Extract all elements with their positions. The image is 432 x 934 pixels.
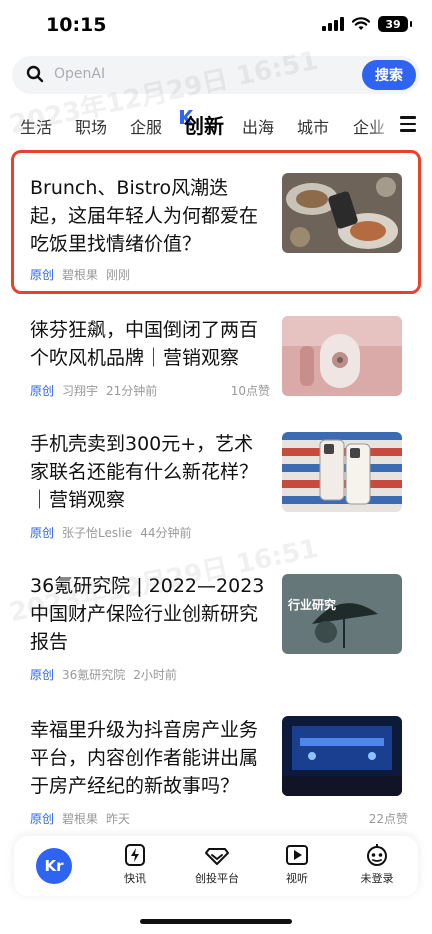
stage-photo	[282, 716, 402, 796]
category-tabs: 生活 职场 企服 创新 出海 城市 企业	[0, 104, 432, 144]
search-icon	[26, 65, 44, 83]
origin-badge: 原创	[30, 668, 55, 682]
author-name[interactable]: 习翔宇	[62, 382, 98, 399]
publish-time: 44分钟前	[140, 526, 192, 540]
article-card[interactable]: 徕芬狂飙，中国倒闭了两百个吹风机品牌｜营销观察 原创 习翔宇 21分钟前 10点…	[12, 306, 420, 426]
publish-time: 21分钟前	[106, 384, 158, 398]
search-button[interactable]: 搜索	[362, 60, 416, 90]
thumbnail-caption: 行业研究	[288, 598, 337, 612]
nav-label: 未登录	[360, 872, 394, 885]
article-card[interactable]: 手机壳卖到300元+，艺术家联名还能有什么新花样？｜营销观察 原创 张子怡Les…	[12, 420, 420, 550]
hairdryer-photo	[282, 316, 402, 396]
author-name[interactable]: 碧根果	[62, 810, 98, 827]
article-thumbnail[interactable]	[282, 716, 402, 796]
article-meta: 原创 碧根果 昨天	[30, 810, 130, 827]
tab-innovation[interactable]: 创新	[184, 110, 224, 139]
tab-enterprise-service[interactable]: 企服	[130, 114, 162, 138]
nav-venture-platform[interactable]: 创投平台	[182, 842, 252, 886]
tab-career[interactable]: 职场	[75, 114, 107, 138]
origin-badge: 原创	[30, 812, 55, 826]
robot-icon	[367, 844, 387, 866]
article-thumbnail[interactable]	[282, 432, 402, 512]
tab-life[interactable]: 生活	[20, 114, 52, 138]
nav-flash-news[interactable]: 快讯	[100, 842, 170, 886]
insurance-report	[282, 574, 402, 654]
bottom-nav: Kr 快讯 创投平台 视听 未登录	[14, 836, 418, 896]
status-bar: 10:15 39	[0, 0, 432, 50]
status-icons: 39	[322, 16, 412, 32]
search-bar[interactable]: OpenAI 搜索	[12, 56, 420, 94]
author-name[interactable]: 36氪研究院	[62, 666, 125, 683]
like-count: 10点赞	[230, 384, 270, 398]
nav-login[interactable]: 未登录	[342, 842, 412, 886]
highlight-box	[11, 150, 421, 294]
article-thumbnail[interactable]	[282, 316, 402, 396]
article-title[interactable]: 徕芬狂飙，中国倒闭了两百个吹风机品牌｜营销观察	[30, 316, 266, 372]
menu-icon[interactable]	[400, 116, 418, 132]
author-name[interactable]: 张子怡Leslie	[62, 524, 132, 541]
tab-city[interactable]: 城市	[297, 114, 329, 138]
nav-label: 创投平台	[195, 872, 239, 885]
article-thumbnail[interactable]: 行业研究	[282, 574, 402, 654]
publish-time: 昨天	[106, 812, 131, 826]
status-time: 10:15	[46, 14, 107, 36]
search-input[interactable]: OpenAI	[54, 66, 105, 82]
like-count: 22点赞	[368, 812, 408, 826]
article-meta: 原创 习翔宇 21分钟前	[30, 382, 157, 399]
origin-badge: 原创	[30, 384, 55, 398]
publish-time: 2小时前	[133, 668, 177, 682]
article-title[interactable]: 幸福里升级为抖音房产业务平台，内容创作者能讲出属于房产经纪的新故事吗？	[30, 716, 266, 800]
tab-fade	[370, 110, 396, 140]
article-card[interactable]: 36氪研究院 | 2022—2023中国财产保险行业创新研究报告 行业研究 原创…	[12, 564, 420, 694]
article-meta: 原创 张子怡Leslie 44分钟前	[30, 524, 191, 541]
signal-icon	[322, 17, 344, 31]
battery-icon: 39	[378, 16, 412, 32]
flash-icon	[125, 844, 145, 866]
tab-overseas[interactable]: 出海	[242, 114, 274, 138]
origin-badge: 原创	[30, 526, 55, 540]
nav-label: 快讯	[124, 872, 146, 885]
wifi-icon	[352, 17, 370, 30]
article-title[interactable]: 手机壳卖到300元+，艺术家联名还能有什么新花样？｜营销观察	[30, 430, 266, 514]
home-indicator	[140, 919, 292, 924]
kr-logo-button[interactable]: Kr	[36, 848, 72, 884]
nav-label: 视听	[286, 872, 308, 885]
play-icon	[286, 845, 308, 865]
article-meta: 原创 36氪研究院 2小时前	[30, 666, 177, 683]
article-title[interactable]: 36氪研究院 | 2022—2023中国财产保险行业创新研究报告	[30, 572, 266, 656]
diamond-icon	[205, 848, 229, 865]
article-card[interactable]: 幸福里升级为抖音房产业务平台，内容创作者能讲出属于房产经纪的新故事吗？ 原创 碧…	[12, 708, 420, 832]
phonecase-photo	[282, 432, 402, 512]
nav-audio-video[interactable]: 视听	[262, 842, 332, 886]
